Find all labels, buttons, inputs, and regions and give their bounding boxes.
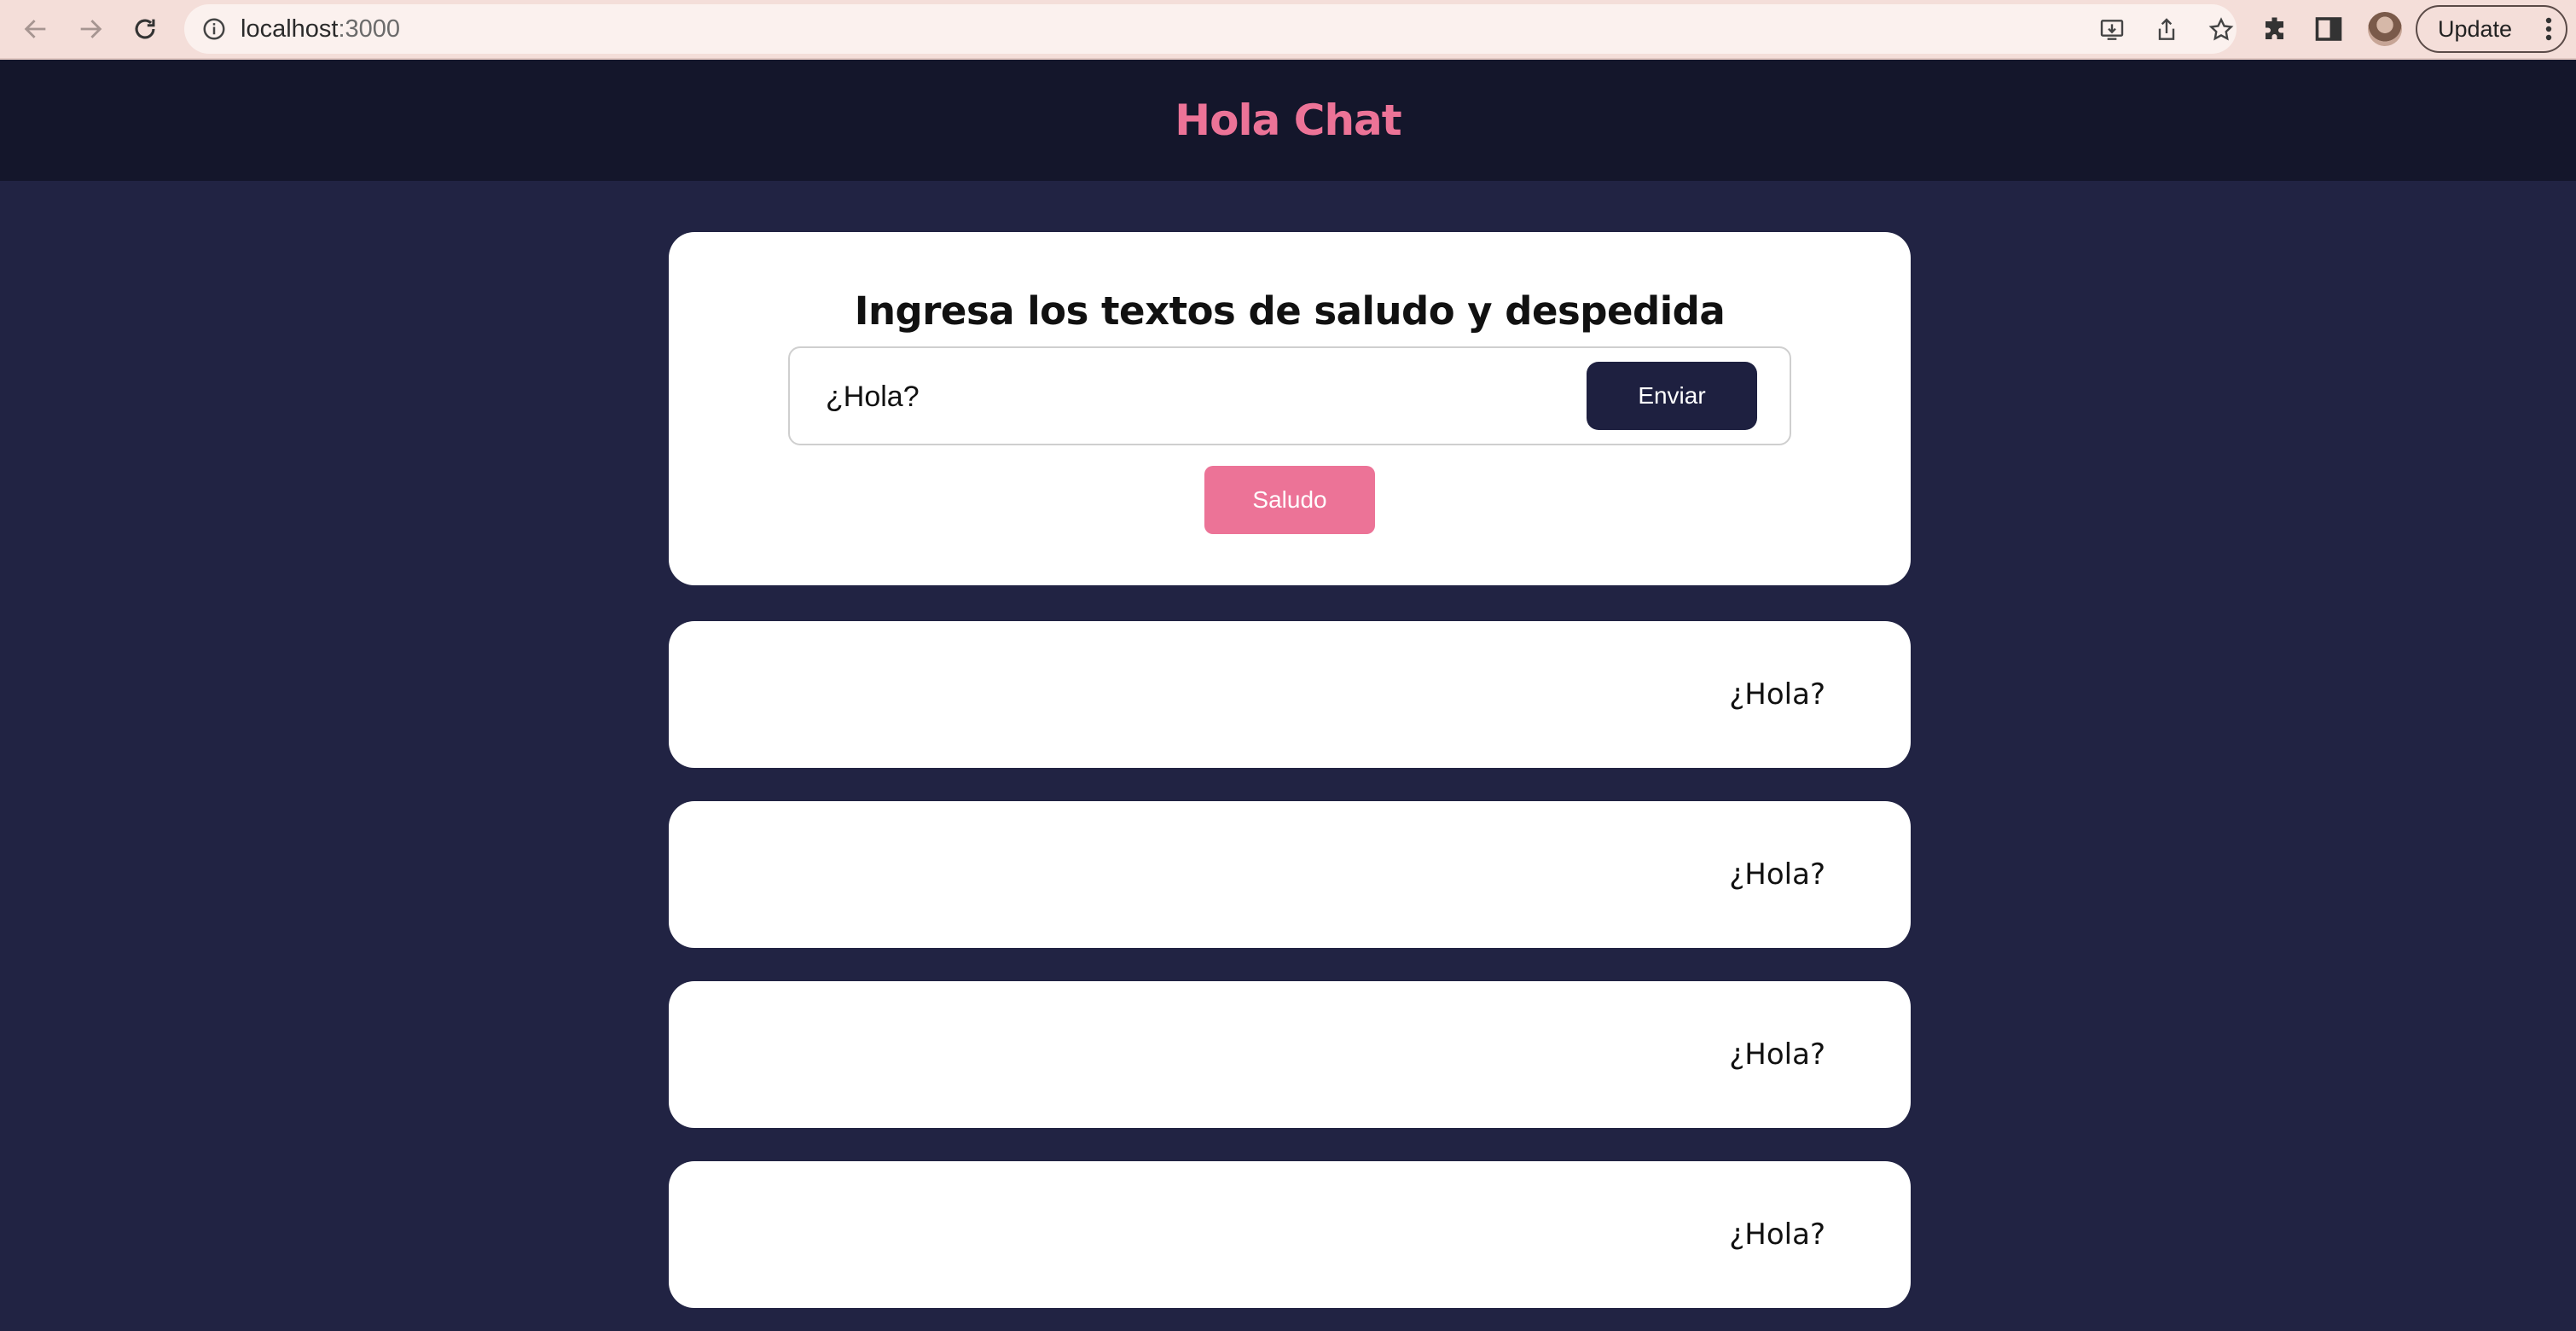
greeting-form-card: Ingresa los textos de saludo y despedida… bbox=[669, 232, 1911, 585]
url-text: localhost:3000 bbox=[241, 15, 401, 43]
message-text: ¿Hola? bbox=[1729, 1218, 1825, 1252]
message-card: ¿Hola? bbox=[669, 621, 1911, 768]
extensions-icon[interactable] bbox=[2260, 14, 2291, 44]
reload-icon[interactable] bbox=[128, 12, 162, 46]
message-input-group: Enviar bbox=[788, 346, 1791, 445]
more-vertical-icon[interactable] bbox=[2545, 17, 2552, 41]
install-icon[interactable] bbox=[2098, 16, 2126, 44]
message-card: ¿Hola? bbox=[669, 981, 1911, 1128]
profile-avatar[interactable] bbox=[2368, 12, 2402, 46]
app-title: Hola Chat bbox=[1175, 96, 1401, 145]
message-text: ¿Hola? bbox=[1729, 677, 1825, 712]
forward-arrow-icon[interactable] bbox=[73, 12, 107, 46]
greeting-button[interactable]: Saludo bbox=[1204, 466, 1375, 534]
update-button[interactable]: Update bbox=[2416, 5, 2567, 53]
message-card: ¿Hola? bbox=[669, 801, 1911, 948]
info-icon[interactable] bbox=[201, 16, 227, 42]
message-card: ¿Hola? bbox=[669, 1161, 1911, 1308]
message-input[interactable] bbox=[824, 372, 1527, 421]
send-button[interactable]: Enviar bbox=[1587, 362, 1757, 430]
side-panel-icon[interactable] bbox=[2313, 14, 2344, 44]
share-icon[interactable] bbox=[2153, 16, 2180, 44]
app-header: Hola Chat bbox=[0, 60, 2576, 181]
star-icon[interactable] bbox=[2208, 16, 2235, 44]
update-label: Update bbox=[2438, 15, 2513, 42]
address-bar[interactable]: localhost:3000 bbox=[184, 4, 2237, 54]
browser-toolbar: localhost:3000 Update bbox=[0, 0, 2576, 60]
back-arrow-icon[interactable] bbox=[19, 12, 53, 46]
form-heading: Ingresa los textos de saludo y despedida bbox=[854, 288, 1726, 334]
message-text: ¿Hola? bbox=[1729, 857, 1825, 892]
message-text: ¿Hola? bbox=[1729, 1037, 1825, 1072]
